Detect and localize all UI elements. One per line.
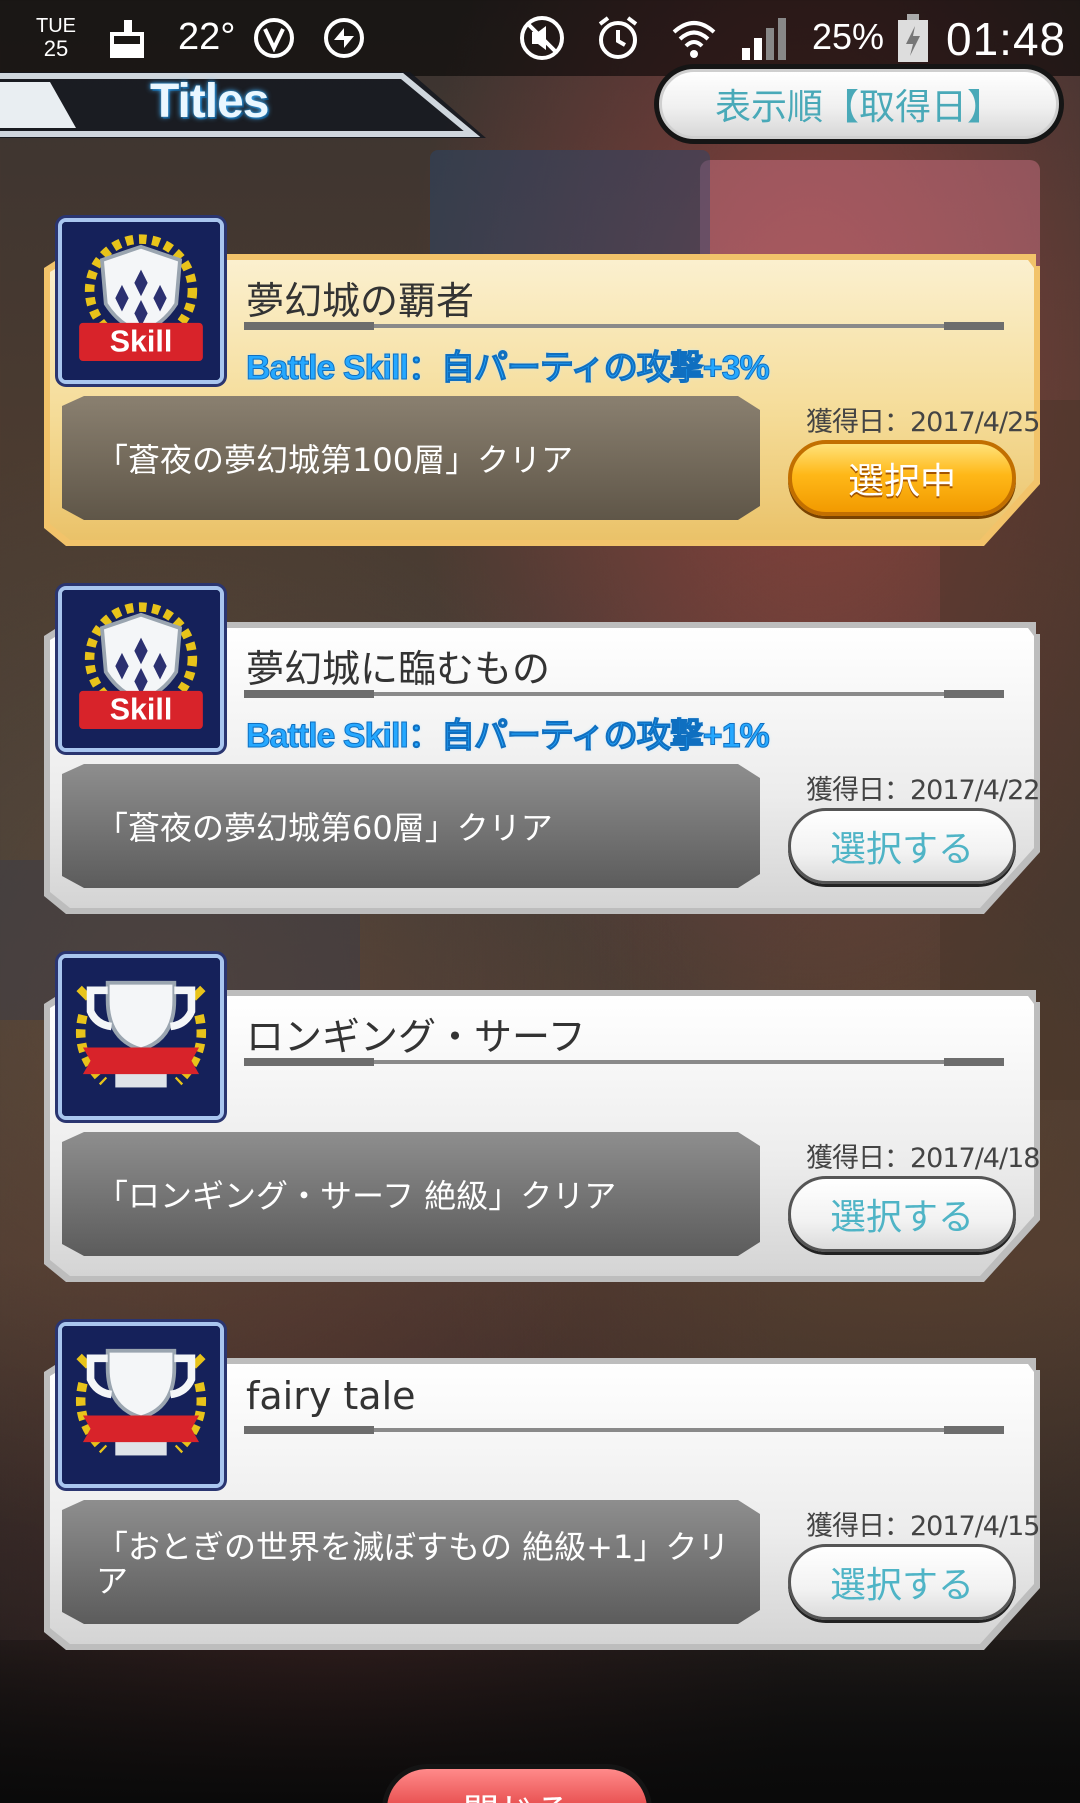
status-date: 25 <box>43 36 69 61</box>
title-name: 夢幻城の覇者 <box>246 279 475 323</box>
trophy-badge-icon <box>58 954 224 1120</box>
title-underline <box>244 1058 1004 1066</box>
acquired-date: 獲得日：2017/4/22 <box>806 775 1040 806</box>
title-underline <box>244 1426 1004 1434</box>
skill-badge-icon: Skill <box>58 586 224 752</box>
skill-badge-icon: Skill <box>58 218 224 384</box>
battery-icon <box>896 14 930 62</box>
acquired-date: 獲得日：2017/4/18 <box>806 1143 1040 1174</box>
skill-effect: Battle Skill：自パーティの攻撃+3% <box>246 349 771 388</box>
alarm-icon <box>594 14 642 62</box>
acquired-date: 獲得日：2017/4/15 <box>806 1511 1040 1542</box>
title-name: ロンギング・サーフ <box>246 1015 586 1059</box>
select-button[interactable]: 選択する <box>788 1544 1016 1620</box>
skill-effect: Battle Skill：自パーティの攻撃+1% <box>246 717 771 756</box>
close-button[interactable]: 閉じる <box>382 1764 652 1803</box>
sort-order-button[interactable]: 表示順【取得日】 <box>654 64 1064 144</box>
title-card[interactable]: fairy tale 「おとぎの世界を滅ぼすもの 絶級+1」クリア 獲得日：20… <box>44 1322 1040 1658</box>
trophy-badge-icon <box>58 1322 224 1488</box>
wifi-icon <box>670 14 718 62</box>
status-temperature: 22° <box>178 16 236 58</box>
title-underline <box>244 322 1004 330</box>
badge-label: Skill <box>110 692 173 726</box>
select-button[interactable]: 選択する <box>788 1176 1016 1252</box>
unlock-condition: 「蒼夜の夢幻城第100層」クリア <box>96 441 574 479</box>
status-time: 01:48 <box>946 13 1067 65</box>
select-button[interactable]: 選択する <box>788 808 1016 884</box>
cleaner-icon <box>104 14 152 62</box>
title-name: fairy tale <box>246 1374 416 1418</box>
close-button-label: 閉じる <box>387 1769 647 1803</box>
selected-button[interactable]: 選択中 <box>788 440 1016 516</box>
signal-icon <box>738 14 802 62</box>
title-card[interactable]: ロンギング・サーフ 「ロンギング・サーフ 絶級」クリア 獲得日：2017/4/1… <box>44 954 1040 1290</box>
page-title: Titles <box>150 75 269 128</box>
vpn-icon <box>250 14 298 62</box>
unlock-condition: 「おとぎの世界を滅ぼすもの 絶級+1」クリア <box>96 1528 730 1600</box>
sort-order-label: 表示順【取得日】 <box>659 69 1059 139</box>
unlock-condition: 「蒼夜の夢幻城第60層」クリア <box>96 809 553 847</box>
unlock-condition: 「ロンギング・サーフ 絶級」クリア <box>96 1177 617 1215</box>
title-underline <box>244 690 1004 698</box>
sync-icon <box>320 14 368 62</box>
title-card[interactable]: Skill 夢幻城の覇者 Battle Skill：自パーティの攻撃+3% 「蒼… <box>44 218 1040 554</box>
status-day: TUE <box>36 15 76 37</box>
badge-label: Skill <box>110 324 173 358</box>
title-card[interactable]: Skill 夢幻城に臨むもの Battle Skill：自パーティの攻撃+1% … <box>44 586 1040 922</box>
title-name: 夢幻城に臨むもの <box>246 647 551 691</box>
acquired-date: 獲得日：2017/4/25 <box>806 407 1040 438</box>
mute-icon <box>518 14 566 62</box>
status-battery-percent: 25% <box>812 16 885 57</box>
